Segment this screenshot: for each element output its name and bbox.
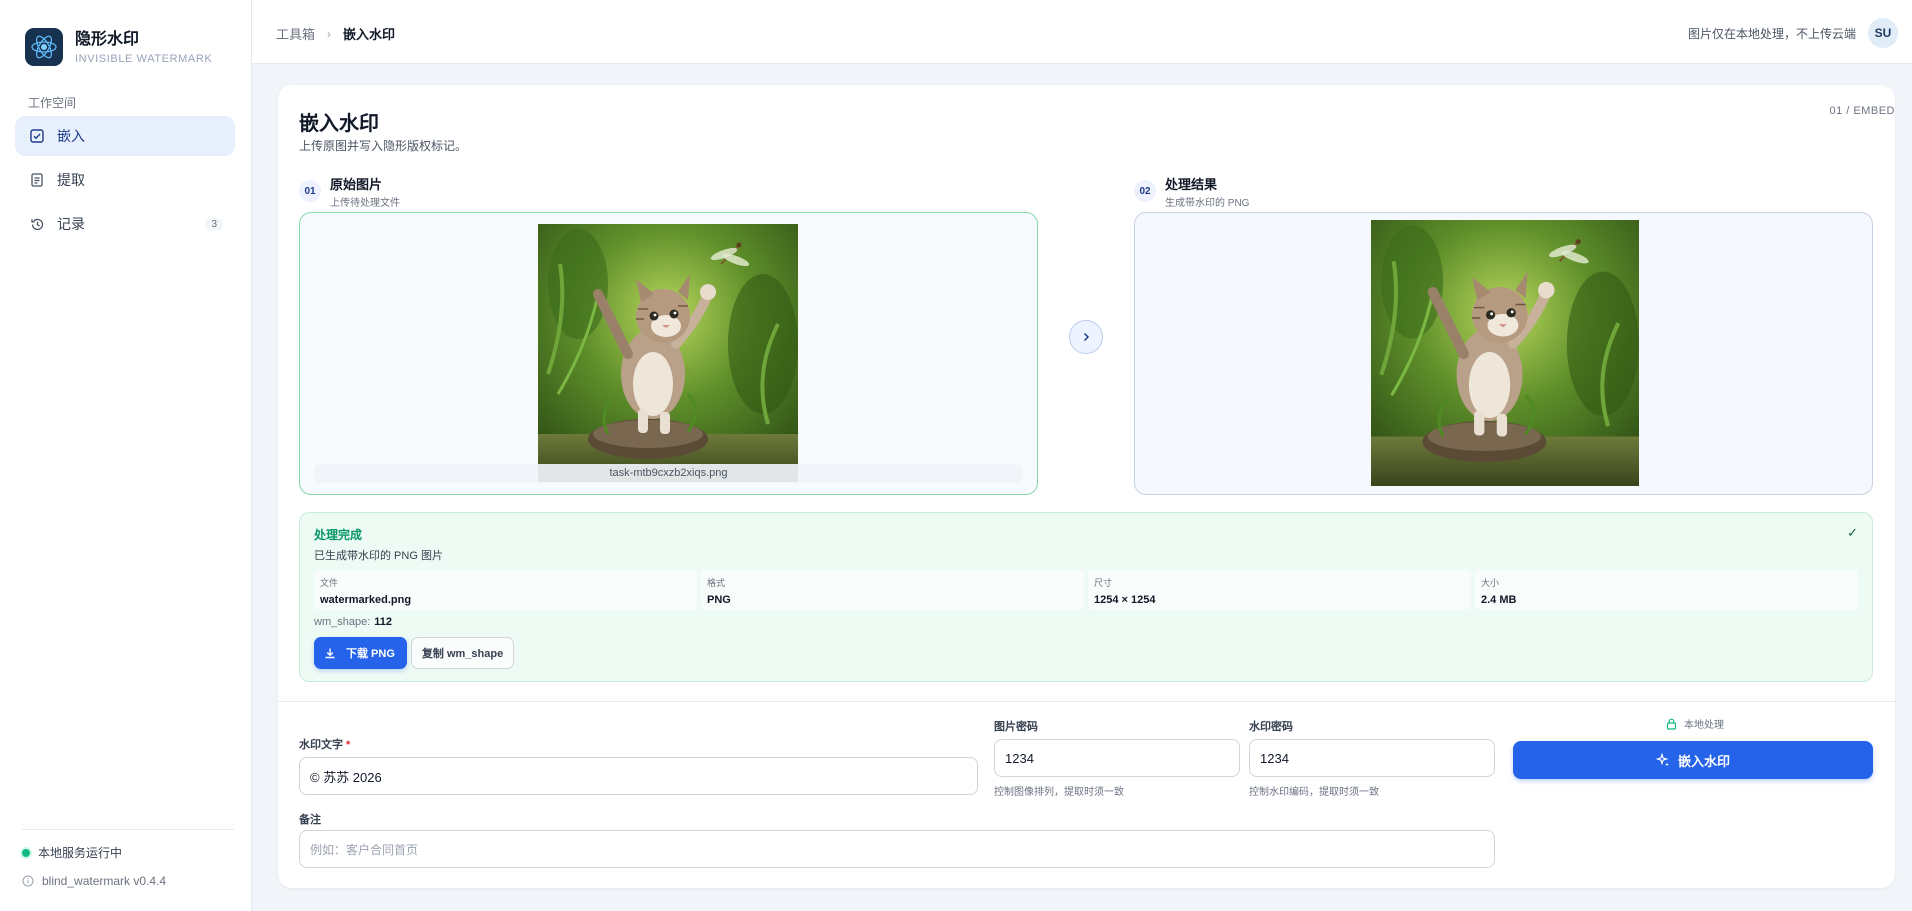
meta-value: watermarked.png [320,594,412,606]
step-tag: 01 / EMBED [1829,105,1895,117]
meta-value: 1254 × 1254 [1094,594,1156,606]
sidebar-item-embed[interactable]: 嵌入 [15,116,235,156]
local-processing-text: 本地处理 [1684,720,1724,731]
meta-format: 格式 PNG [701,570,1084,610]
required-marker: * [346,739,351,751]
privacy-note: 图片仅在本地处理，不上传云端 [1687,26,1856,41]
meta-label: 文件 [320,578,339,588]
embed-watermark-label: 嵌入水印 [1677,753,1730,769]
page-title: 嵌入水印 [299,113,379,135]
result-meta-grid: 文件 watermarked.png 格式 PNG 尺寸 1254 × 1254… [314,570,1859,610]
meta-value: PNG [707,594,731,606]
copy-wm-shape-button[interactable]: 复制 wm_shape [410,637,515,669]
sidebar-item-label: 记录 [57,216,85,232]
breadcrumb: 工具箱 › 嵌入水印 [276,24,395,43]
source-panel-header: 01 原始图片 上传待处理文件 [299,177,400,209]
sidebar-item-label: 嵌入 [57,128,85,144]
embed-card: 嵌入水印 上传原图并写入隐形版权标记。 01 / EMBED 01 原始图片 上… [278,85,1895,888]
download-icon [325,648,335,659]
wm-key-label: 水印密码 [1249,721,1293,733]
page-subtitle: 上传原图并写入隐形版权标记。 [299,139,468,153]
output-panel-subtitle: 生成带水印的 PNG [1165,198,1250,209]
output-image-preview-panel [1134,212,1873,495]
wm-shape-value: 112 [374,616,393,628]
check-square-icon [29,128,45,144]
lock-icon [1666,718,1677,730]
meta-label: 大小 [1481,578,1500,588]
meta-file: 文件 watermarked.png [314,570,697,610]
wm-shape-label: wm_shape: [314,616,371,628]
meta-value: 2.4 MB [1481,594,1517,606]
output-image-preview [1371,220,1639,486]
document-icon [29,172,45,188]
embed-watermark-button[interactable]: 嵌入水印 [1513,741,1873,779]
chevron-right-icon: › [327,26,332,41]
source-image-dropzone[interactable]: task-mtb9cxzb2xiqs.png [299,212,1038,495]
result-actions: 下载 PNG 复制 wm_shape [314,637,515,669]
step-number-badge: 02 [1134,180,1156,202]
step-number-badge: 01 [299,180,321,202]
arrow-right-icon [1069,320,1103,354]
sidebar-footer: 本地服务运行中 blind_watermark v0.4.4 [22,829,234,911]
output-panel-header: 02 处理结果 生成带水印的 PNG [1134,177,1249,209]
wm-key-help: 控制水印编码，提取时须一致 [1249,787,1379,798]
divider [278,701,1895,702]
meta-dimensions: 尺寸 1254 × 1254 [1088,570,1471,610]
avatar[interactable]: SU [1868,18,1898,48]
sidebar-item-label: 提取 [57,172,85,188]
image-key-help: 控制图像排列，提取时须一致 [994,787,1124,798]
sidebar-item-history[interactable]: 记录 3 [15,204,235,244]
service-status-text: 本地服务运行中 [38,846,123,860]
sparkle-icon [1655,753,1669,767]
source-image-preview [538,224,798,482]
result-subtitle: 已生成带水印的 PNG 图片 [314,550,443,562]
meta-size: 大小 2.4 MB [1475,570,1858,610]
output-panel-title: 处理结果 [1165,177,1218,192]
result-title: 处理完成 [314,528,363,542]
status-dot-icon [22,848,30,857]
note-label: 备注 [299,814,321,826]
image-key-input[interactable] [994,739,1240,777]
brand-subtitle: INVISIBLE WATERMARK [75,52,213,65]
source-filename: task-mtb9cxzb2xiqs.png [314,464,1023,483]
local-processing-note: 本地处理 [1666,716,1724,731]
result-banner: 处理完成 已生成带水印的 PNG 图片 ✓ 文件 watermarked.png… [299,512,1873,682]
sidebar-nav: 嵌入 提取 记录 3 [15,116,235,248]
breadcrumb-toolbox[interactable]: 工具箱 [276,24,315,43]
sidebar-section-label: 工作空间 [28,96,77,110]
source-panel-title: 原始图片 [330,177,383,192]
history-icon [29,216,45,232]
meta-label: 尺寸 [1094,578,1113,588]
history-count-badge: 3 [205,217,223,231]
download-png-button[interactable]: 下载 PNG [314,637,407,669]
topbar: 工具箱 › 嵌入水印 图片仅在本地处理，不上传云端 SU [252,0,1912,64]
brand-title: 隐形水印 [75,30,140,48]
watermark-text-input[interactable] [299,757,978,795]
download-png-label: 下载 PNG [346,648,395,660]
brand: 隐形水印 INVISIBLE WATERMARK [25,28,212,66]
source-panel-subtitle: 上传待处理文件 [330,198,400,209]
topbar-right: 图片仅在本地处理，不上传云端 SU [1688,18,1898,48]
meta-label: 格式 [707,578,726,588]
version-info: blind_watermark v0.4.4 [22,874,234,888]
app-logo-icon [25,28,63,66]
watermark-text-label: 水印文字 * [299,736,350,752]
wm-shape-info: wm_shape: 112 [314,616,392,628]
sidebar-item-extract[interactable]: 提取 [15,160,235,200]
image-key-label: 图片密码 [994,721,1038,733]
watermark-text-label-text: 水印文字 [299,739,343,751]
wm-key-input[interactable] [1249,739,1495,777]
checkmark-icon: ✓ [1847,525,1858,540]
note-input[interactable] [299,830,1495,868]
service-status: 本地服务运行中 [22,844,234,861]
version-text: blind_watermark v0.4.4 [42,874,167,888]
breadcrumb-current: 嵌入水印 [343,27,396,42]
sidebar: 隐形水印 INVISIBLE WATERMARK 工作空间 嵌入 提取 记录 3 [0,0,252,911]
info-icon [22,875,34,887]
